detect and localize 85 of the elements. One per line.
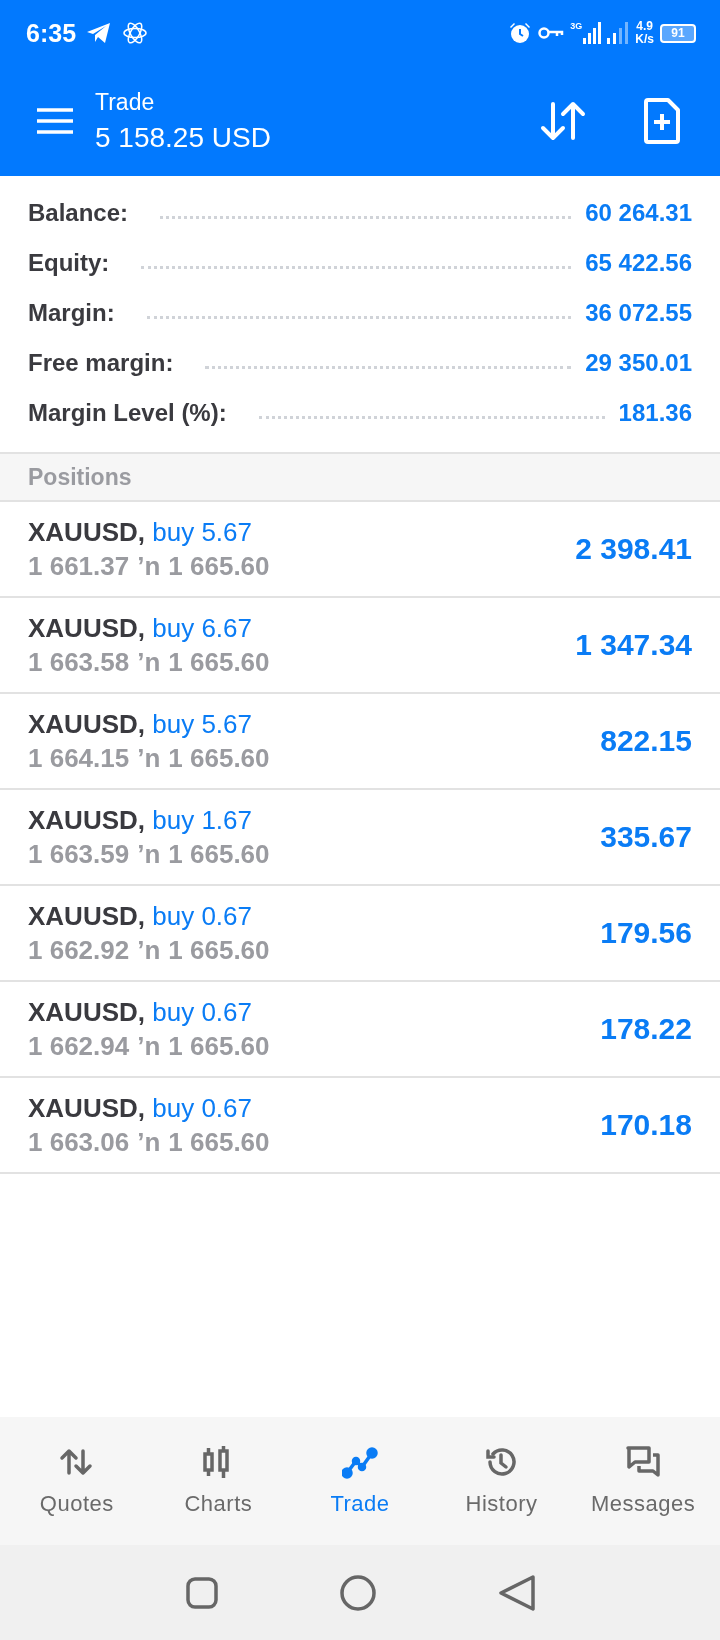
price-arrow: ’n — [137, 1030, 161, 1062]
battery-level: 91 — [660, 23, 696, 43]
account-value: 181.36 — [618, 399, 692, 427]
open-price: 1 664.15 — [28, 742, 130, 774]
open-price: 1 663.58 — [28, 646, 130, 678]
current-price: 1 665.60 — [168, 1030, 270, 1062]
position-symbol: XAUUSD, — [28, 997, 145, 1027]
position-row[interactable]: XAUUSD, buy 1.67 1 663.59 ’n 1 665.60 335.67 — [0, 790, 720, 886]
price-arrow: ’n — [137, 550, 161, 582]
position-profit: 822.15 — [600, 724, 692, 758]
account-label: Free margin: — [28, 349, 174, 377]
telegram-icon — [86, 21, 113, 45]
position-side: buy 0.67 — [152, 997, 252, 1027]
atom-icon — [122, 20, 149, 46]
account-label: Margin: — [28, 299, 115, 327]
network-speed: 4.9 — [636, 20, 653, 33]
account-value: 65 422.56 — [585, 249, 692, 277]
position-profit: 178.22 — [600, 1012, 692, 1046]
position-symbol: XAUUSD, — [28, 901, 145, 931]
price-arrow: ’n — [137, 934, 161, 966]
nav-tab[interactable]: History — [430, 1417, 573, 1545]
price-arrow: ’n — [137, 838, 161, 870]
account-label: Equity: — [28, 249, 110, 277]
position-row[interactable]: XAUUSD, buy 5.67 1 661.37 ’n 1 665.60 2 398.41 — [0, 502, 720, 598]
position-symbol: XAUUSD, — [28, 613, 145, 643]
current-price: 1 665.60 — [168, 646, 270, 678]
sort-icon[interactable] — [540, 100, 586, 142]
position-profit: 335.67 — [600, 820, 692, 854]
current-price: 1 665.60 — [168, 550, 270, 582]
alarm-icon — [508, 21, 533, 45]
position-profit: 179.56 — [600, 916, 692, 950]
position-row[interactable]: XAUUSD, buy 6.67 1 663.58 ’n 1 665.60 1 347.34 — [0, 598, 720, 694]
open-price: 1 663.06 — [28, 1126, 130, 1158]
price-arrow: ’n — [137, 1126, 161, 1158]
nav-tab[interactable]: Charts — [147, 1417, 290, 1545]
position-row[interactable]: XAUUSD, buy 0.67 1 663.06 ’n 1 665.60 170.18 — [0, 1078, 720, 1174]
status-time: 6:35 — [26, 18, 77, 48]
key-icon — [538, 25, 565, 41]
position-side: buy 6.67 — [152, 613, 252, 643]
open-price: 1 661.37 — [28, 550, 130, 582]
current-price: 1 665.60 — [168, 934, 270, 966]
price-arrow: ’n — [137, 742, 161, 774]
account-label: Balance: — [28, 199, 129, 227]
menu-icon[interactable] — [37, 108, 73, 134]
account-equity: 5 158.25 USD — [95, 121, 272, 154]
open-price: 1 662.92 — [28, 934, 130, 966]
line-chart-icon — [342, 1445, 378, 1481]
recents-button[interactable] — [185, 1575, 219, 1610]
account-value: 36 072.55 — [585, 299, 692, 327]
position-profit: 1 347.34 — [575, 628, 692, 662]
screen-title: Trade — [95, 88, 156, 116]
position-side: buy 5.67 — [152, 517, 252, 547]
signal-icon — [607, 22, 630, 44]
current-price: 1 665.60 — [168, 1126, 270, 1158]
open-price: 1 663.59 — [28, 838, 130, 870]
home-button[interactable] — [339, 1573, 377, 1612]
network-label: 3G — [570, 22, 583, 31]
speed-unit: K/s — [635, 33, 654, 46]
section-title: Positions — [28, 463, 132, 491]
position-profit: 2 398.41 — [575, 532, 692, 566]
current-price: 1 665.60 — [168, 742, 270, 774]
nav-tab[interactable]: Quotes — [6, 1417, 148, 1545]
account-label: Margin Level (%): — [28, 399, 227, 427]
nav-tab[interactable]: Messages — [572, 1417, 714, 1545]
position-side: buy 0.67 — [152, 1093, 252, 1123]
position-symbol: XAUUSD, — [28, 709, 145, 739]
nav-tab[interactable]: Trade — [289, 1417, 431, 1545]
account-value: 60 264.31 — [585, 199, 692, 227]
add-document-icon[interactable] — [644, 98, 680, 144]
position-symbol: XAUUSD, — [28, 805, 145, 835]
open-price: 1 662.94 — [28, 1030, 130, 1062]
position-side: buy 5.67 — [152, 709, 252, 739]
position-profit: 170.18 — [600, 1108, 692, 1142]
position-side: buy 0.67 — [152, 901, 252, 931]
position-row[interactable]: XAUUSD, buy 0.67 1 662.94 ’n 1 665.60 178.22 — [0, 982, 720, 1078]
position-row[interactable]: XAUUSD, buy 0.67 1 662.92 ’n 1 665.60 179.56 — [0, 886, 720, 982]
current-price: 1 665.60 — [168, 838, 270, 870]
account-value: 29 350.01 — [585, 349, 692, 377]
position-row[interactable]: XAUUSD, buy 5.67 1 664.15 ’n 1 665.60 822.15 — [0, 694, 720, 790]
price-arrow: ’n — [137, 646, 161, 678]
position-symbol: XAUUSD, — [28, 1093, 145, 1123]
signal-icon — [583, 22, 602, 44]
back-button[interactable] — [497, 1573, 535, 1612]
position-symbol: XAUUSD, — [28, 517, 145, 547]
position-side: buy 1.67 — [152, 805, 252, 835]
